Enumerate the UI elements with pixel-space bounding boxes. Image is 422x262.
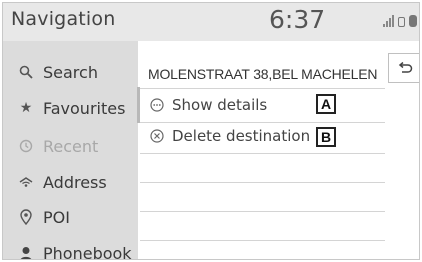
history-icon [17, 139, 35, 153]
top-bar: Navigation 6:37 [3, 3, 419, 41]
destination-address: MOLENSTRAAT 38,BEL MACHELEN [148, 66, 378, 82]
divider [140, 153, 385, 154]
sidebar-item-label: Recent [43, 136, 99, 156]
sidebar-item-recent[interactable]: Recent [3, 128, 138, 164]
back-button[interactable] [388, 53, 419, 83]
sidebar: Search ★ Favourites Recent Address POI P… [3, 41, 138, 260]
show-details-button[interactable]: Show details [150, 92, 267, 118]
sidebar-item-poi[interactable]: POI [3, 199, 138, 235]
search-icon [17, 65, 35, 79]
close-circle-icon [150, 129, 164, 143]
option-label: Show details [172, 96, 268, 114]
screen-title: Navigation [11, 8, 116, 30]
sidebar-item-address[interactable]: Address [3, 164, 138, 200]
divider [140, 182, 385, 183]
divider [140, 211, 385, 212]
more-circle-icon [150, 98, 164, 112]
signal-icon [383, 15, 394, 27]
address-icon [17, 175, 35, 189]
sidebar-item-label: Address [43, 172, 107, 192]
callout-a: A [316, 94, 336, 114]
contact-icon [17, 246, 35, 259]
sidebar-item-label: POI [43, 207, 70, 227]
bluetooth-icon [409, 15, 417, 27]
sidebar-item-phonebook[interactable]: Phonebook [3, 235, 138, 260]
sidebar-item-search[interactable]: Search [3, 54, 138, 90]
option-label: Delete destination [172, 127, 311, 145]
star-icon: ★ [19, 100, 33, 116]
phone-icon [398, 17, 405, 27]
divider [140, 88, 385, 89]
divider [140, 240, 385, 241]
sidebar-item-label: Phonebook [43, 243, 132, 260]
back-icon [397, 59, 413, 78]
navigation-screen: Navigation 6:37 Search ★ Favourites Rece… [2, 2, 420, 260]
clock: 6:37 [269, 5, 326, 34]
sidebar-item-label: Favourites [43, 98, 126, 118]
poi-pin-icon [17, 209, 35, 225]
delete-destination-button[interactable]: Delete destination [150, 123, 310, 149]
sidebar-item-favourites[interactable]: ★ Favourites [3, 90, 138, 126]
callout-b: B [316, 127, 336, 147]
main-panel: MOLENSTRAAT 38,BEL MACHELEN Show details… [140, 41, 419, 259]
sidebar-item-label: Search [43, 62, 98, 82]
status-icons [383, 15, 417, 27]
